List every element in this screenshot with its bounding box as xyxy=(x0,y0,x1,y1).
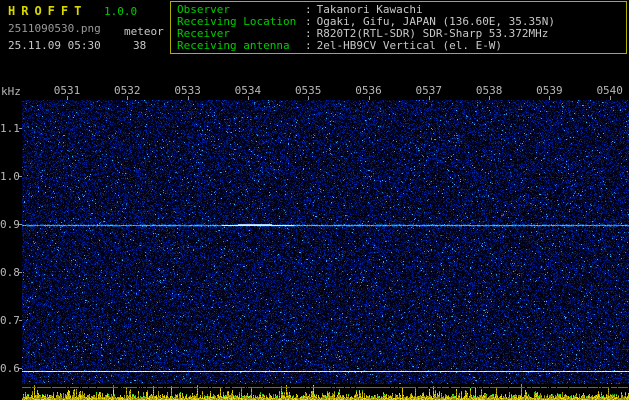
x-tick-mark xyxy=(127,96,129,100)
station-info-box: Observer: Takanori Kawachi Receiving Loca… xyxy=(170,1,627,54)
info-label: Receiving antenna xyxy=(177,39,290,52)
mode-label: meteor xyxy=(124,25,164,38)
y-tick-mark xyxy=(19,128,22,129)
y-tick-mark xyxy=(19,176,22,177)
spectrogram-heatmap xyxy=(22,100,629,384)
info-value: 2el-HB9CV Vertical (el. E-W) xyxy=(316,39,503,52)
y-tick-mark xyxy=(19,368,22,369)
y-tick-mark xyxy=(19,272,22,273)
app-title: HROFFT xyxy=(8,4,88,18)
y-tick-label: 0.9 xyxy=(0,218,20,231)
x-tick-mark xyxy=(187,96,189,100)
y-tick-label: 1.0 xyxy=(0,170,20,183)
info-separator: : xyxy=(305,39,312,52)
y-tick-label: 1.1 xyxy=(0,122,20,135)
y-tick-label: 0.6 xyxy=(0,362,20,375)
y-tick-label: 0.8 xyxy=(0,266,20,279)
y-tick-mark xyxy=(19,224,22,225)
x-tick-mark xyxy=(428,96,430,100)
y-axis-unit: kHz xyxy=(1,85,21,98)
x-tick-mark xyxy=(247,96,249,100)
x-tick-mark xyxy=(609,96,611,100)
app-version: 1.0.0 xyxy=(104,5,138,18)
y-tick-mark xyxy=(19,320,22,321)
x-tick-mark xyxy=(308,96,310,100)
echo-count: 38 xyxy=(133,39,147,52)
signal-level-strip xyxy=(22,384,629,400)
y-tick-label: 0.7 xyxy=(0,314,20,327)
x-tick-mark xyxy=(67,96,68,100)
timestamp: 25.11.09 05:30 xyxy=(8,39,101,52)
info-row-antenna: Receiving antenna:2el-HB9CV Vertical (el… xyxy=(177,40,626,52)
output-filename: 2511090530.png xyxy=(8,22,101,35)
x-tick-mark xyxy=(549,96,551,100)
x-tick-mark xyxy=(489,96,491,100)
x-tick-mark xyxy=(368,96,370,100)
hrofft-window: HROFFT 1.0.0 2511090530.png meteor 25.11… xyxy=(0,0,629,400)
